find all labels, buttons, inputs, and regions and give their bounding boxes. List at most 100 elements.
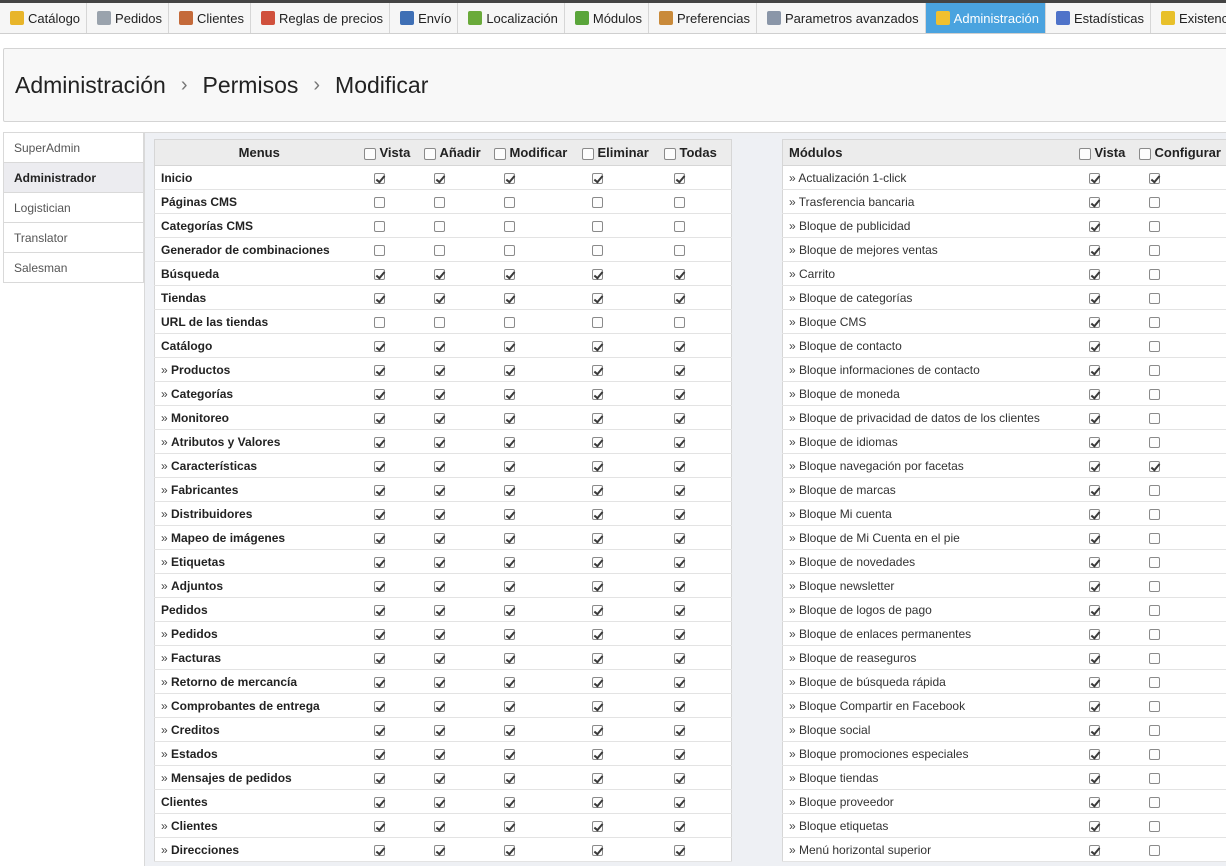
anadir-checkbox[interactable] — [433, 676, 445, 688]
anadir-checkbox[interactable] — [433, 364, 445, 376]
todas-checkbox[interactable] — [673, 796, 685, 808]
profile-item[interactable]: SuperAdmin — [4, 132, 143, 162]
vista-checkbox[interactable] — [373, 340, 385, 352]
vista-checkbox[interactable] — [1088, 460, 1100, 472]
configurar-checkbox[interactable] — [1148, 460, 1160, 472]
eliminar-checkbox[interactable] — [591, 340, 603, 352]
modificar-checkbox[interactable] — [503, 556, 515, 568]
breadcrumb-item[interactable]: Administración — [15, 72, 166, 99]
eliminar-checkbox[interactable] — [591, 412, 603, 424]
vista-all-checkbox[interactable] — [363, 147, 376, 160]
eliminar-checkbox[interactable] — [591, 484, 603, 496]
nav-tab[interactable]: Existencias — [1151, 3, 1226, 33]
modificar-checkbox[interactable] — [503, 508, 515, 520]
nav-tab[interactable]: Envío — [390, 3, 459, 33]
vista-checkbox[interactable] — [373, 844, 385, 856]
modificar-checkbox[interactable] — [503, 460, 515, 472]
eliminar-checkbox[interactable] — [591, 820, 603, 832]
todas-checkbox[interactable] — [673, 628, 685, 640]
modificar-checkbox[interactable] — [503, 244, 515, 256]
configurar-checkbox[interactable] — [1148, 364, 1160, 376]
todas-checkbox[interactable] — [673, 292, 685, 304]
vista-checkbox[interactable] — [1088, 748, 1100, 760]
vista-checkbox[interactable] — [1088, 772, 1100, 784]
anadir-checkbox[interactable] — [433, 268, 445, 280]
profile-item[interactable]: Administrador — [4, 162, 143, 192]
anadir-checkbox[interactable] — [433, 460, 445, 472]
eliminar-checkbox[interactable] — [591, 652, 603, 664]
configurar-checkbox[interactable] — [1148, 340, 1160, 352]
todas-checkbox[interactable] — [673, 388, 685, 400]
configurar-checkbox[interactable] — [1148, 820, 1160, 832]
configurar-checkbox[interactable] — [1148, 844, 1160, 856]
vista-checkbox[interactable] — [1088, 652, 1100, 664]
modificar-checkbox[interactable] — [503, 652, 515, 664]
modificar-all-checkbox[interactable] — [493, 147, 506, 160]
anadir-checkbox[interactable] — [433, 820, 445, 832]
vista-checkbox[interactable] — [1088, 508, 1100, 520]
anadir-checkbox[interactable] — [433, 412, 445, 424]
modificar-checkbox[interactable] — [503, 436, 515, 448]
anadir-checkbox[interactable] — [433, 556, 445, 568]
todas-checkbox[interactable] — [673, 700, 685, 712]
profile-item[interactable]: Logistician — [4, 192, 143, 222]
configurar-checkbox[interactable] — [1148, 676, 1160, 688]
vista-checkbox[interactable] — [1088, 388, 1100, 400]
modificar-checkbox[interactable] — [503, 316, 515, 328]
vista-checkbox[interactable] — [373, 196, 385, 208]
vista-checkbox[interactable] — [373, 556, 385, 568]
vista-checkbox[interactable] — [373, 172, 385, 184]
anadir-checkbox[interactable] — [433, 700, 445, 712]
eliminar-checkbox[interactable] — [591, 316, 603, 328]
vista-checkbox[interactable] — [373, 316, 385, 328]
vista-checkbox[interactable] — [1088, 196, 1100, 208]
eliminar-checkbox[interactable] — [591, 292, 603, 304]
eliminar-checkbox[interactable] — [591, 796, 603, 808]
configurar-checkbox[interactable] — [1148, 388, 1160, 400]
vista-checkbox[interactable] — [1088, 268, 1100, 280]
anadir-checkbox[interactable] — [433, 844, 445, 856]
anadir-checkbox[interactable] — [433, 316, 445, 328]
modificar-checkbox[interactable] — [503, 748, 515, 760]
modificar-checkbox[interactable] — [503, 220, 515, 232]
eliminar-checkbox[interactable] — [591, 580, 603, 592]
configurar-checkbox[interactable] — [1148, 484, 1160, 496]
anadir-checkbox[interactable] — [433, 220, 445, 232]
modificar-checkbox[interactable] — [503, 172, 515, 184]
modificar-checkbox[interactable] — [503, 196, 515, 208]
eliminar-checkbox[interactable] — [591, 556, 603, 568]
eliminar-checkbox[interactable] — [591, 532, 603, 544]
modificar-checkbox[interactable] — [503, 772, 515, 784]
todas-checkbox[interactable] — [673, 652, 685, 664]
vista-checkbox[interactable] — [1088, 220, 1100, 232]
modificar-checkbox[interactable] — [503, 412, 515, 424]
vista-checkbox[interactable] — [1088, 412, 1100, 424]
nav-tab[interactable]: Parametros avanzados — [757, 3, 926, 33]
eliminar-checkbox[interactable] — [591, 676, 603, 688]
modificar-checkbox[interactable] — [503, 796, 515, 808]
eliminar-checkbox[interactable] — [591, 244, 603, 256]
eliminar-checkbox[interactable] — [591, 172, 603, 184]
vista-checkbox[interactable] — [373, 388, 385, 400]
vista-checkbox[interactable] — [1088, 628, 1100, 640]
configurar-checkbox[interactable] — [1148, 652, 1160, 664]
configurar-checkbox[interactable] — [1148, 316, 1160, 328]
modificar-checkbox[interactable] — [503, 700, 515, 712]
configurar-checkbox[interactable] — [1148, 700, 1160, 712]
vista-checkbox[interactable] — [1088, 820, 1100, 832]
vista-checkbox[interactable] — [1088, 556, 1100, 568]
vista-checkbox[interactable] — [373, 244, 385, 256]
eliminar-checkbox[interactable] — [591, 460, 603, 472]
todas-checkbox[interactable] — [673, 172, 685, 184]
anadir-all-checkbox[interactable] — [423, 147, 436, 160]
vista-checkbox[interactable] — [373, 676, 385, 688]
nav-tab[interactable]: Catálogo — [0, 3, 88, 33]
anadir-checkbox[interactable] — [433, 340, 445, 352]
modificar-checkbox[interactable] — [503, 388, 515, 400]
todas-checkbox[interactable] — [673, 244, 685, 256]
configurar-checkbox[interactable] — [1148, 556, 1160, 568]
vista-checkbox[interactable] — [373, 292, 385, 304]
vista-all-checkbox[interactable] — [1078, 147, 1091, 160]
configurar-checkbox[interactable] — [1148, 196, 1160, 208]
configurar-checkbox[interactable] — [1148, 724, 1160, 736]
